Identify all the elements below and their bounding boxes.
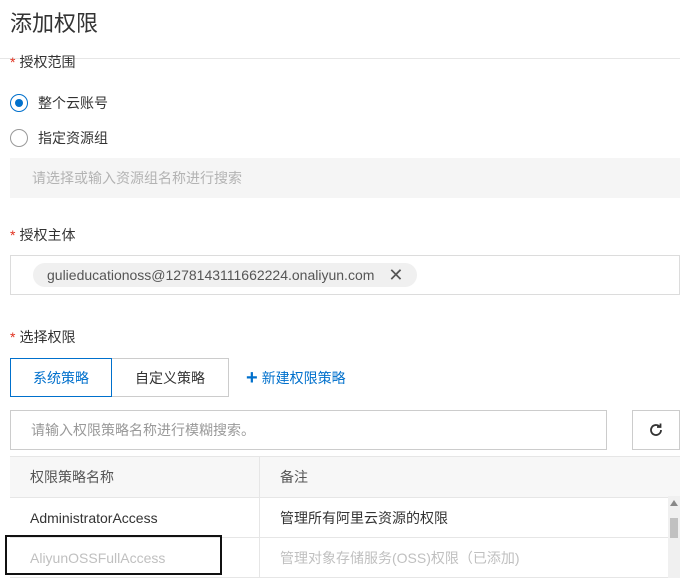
new-policy-label: 新建权限策略	[261, 370, 346, 386]
resource-group-select[interactable]: 请选择或输入资源组名称进行搜索	[10, 158, 680, 198]
radio-unchecked-icon[interactable]	[10, 129, 28, 147]
policy-search-input[interactable]: 请输入权限策略名称进行模糊搜索。	[10, 410, 607, 450]
scrollbar-thumb[interactable]	[670, 518, 678, 538]
policy-search-placeholder: 请输入权限策略名称进行模糊搜索。	[31, 422, 255, 438]
page-title: 添加权限	[10, 11, 99, 36]
required-marker: *	[10, 227, 16, 243]
required-marker: *	[10, 54, 16, 70]
principal-label: * 授权主体	[10, 225, 75, 245]
policy-note-cell: 管理对象存储服务(OSS)权限（已添加)	[280, 549, 520, 566]
table-row[interactable]: AdministratorAccess 管理所有阿里云资源的权限	[10, 498, 680, 538]
table-header: 权限策略名称 备注	[10, 457, 680, 498]
radio-option-resource-group[interactable]: 指定资源组	[10, 128, 108, 148]
table-scrollbar[interactable]	[668, 496, 680, 578]
close-icon[interactable]: ✕	[388, 266, 403, 284]
policy-name-cell: AdministratorAccess	[10, 498, 260, 537]
radio-label-resource-group: 指定资源组	[38, 130, 108, 146]
policy-type-tabs: 系统策略 自定义策略	[10, 358, 229, 397]
plus-icon: +	[246, 367, 258, 389]
header-policy-name: 权限策略名称	[10, 457, 260, 497]
scope-label-text: 授权范围	[19, 54, 76, 70]
scope-label: * 授权范围	[10, 52, 75, 72]
permissions-label: * 选择权限	[10, 327, 75, 347]
required-marker: *	[10, 329, 16, 345]
radio-option-whole-account[interactable]: 整个云账号	[10, 93, 108, 113]
policy-note-cell: 管理所有阿里云资源的权限	[280, 509, 448, 526]
principal-tag-text: gulieducationoss@1278143111662224.onaliy…	[47, 267, 375, 283]
tab-custom-policy[interactable]: 自定义策略	[112, 358, 229, 397]
permissions-label-text: 选择权限	[19, 329, 76, 345]
highlight-annotation-box	[5, 535, 222, 575]
header-note: 备注	[280, 469, 308, 485]
tab-system-policy[interactable]: 系统策略	[10, 358, 112, 397]
title-divider	[0, 58, 680, 59]
refresh-icon	[650, 423, 662, 436]
principal-label-text: 授权主体	[19, 227, 76, 243]
principal-tag: gulieducationoss@1278143111662224.onaliy…	[33, 263, 418, 287]
radio-label-whole-account: 整个云账号	[38, 95, 108, 111]
resource-group-placeholder: 请选择或输入资源组名称进行搜索	[32, 170, 242, 186]
refresh-button[interactable]	[632, 410, 680, 450]
principal-input[interactable]: gulieducationoss@1278143111662224.onaliy…	[10, 255, 680, 295]
scroll-up-icon[interactable]	[670, 500, 678, 506]
new-policy-link[interactable]: + 新建权限策略	[246, 368, 346, 388]
radio-checked-icon[interactable]	[10, 94, 28, 112]
